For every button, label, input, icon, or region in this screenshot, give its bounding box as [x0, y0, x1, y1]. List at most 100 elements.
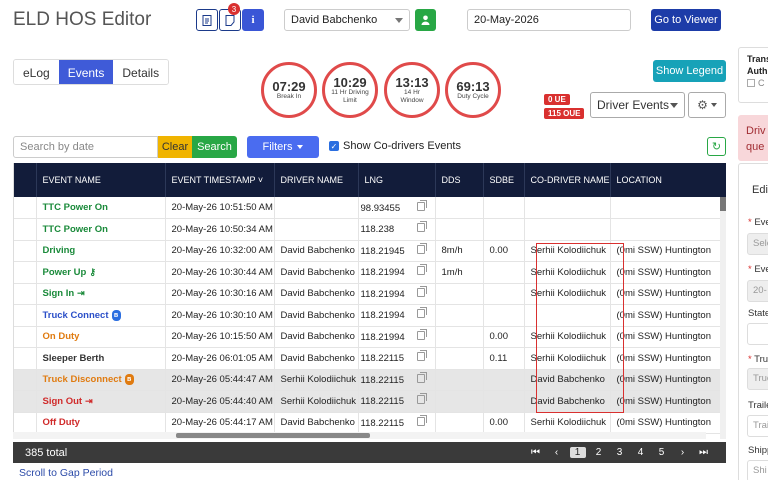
key-icon: ⚷: [89, 266, 96, 277]
dds-cell: [435, 347, 484, 370]
table-row[interactable]: Sign Out ⇥ 20-May-26 05:44:40 AM Serhii Kol…: [14, 390, 726, 413]
driver-profile-button[interactable]: [415, 9, 436, 31]
copy-icon[interactable]: [416, 371, 427, 383]
show-codrivers-checkbox[interactable]: ✓ Show Co-drivers Events: [329, 140, 461, 152]
page-1-button[interactable]: 1: [569, 447, 586, 458]
table-row[interactable]: Driving 20-May-26 10:32:00 AM David Babche…: [14, 240, 726, 262]
event-type-select[interactable]: Driver Events: [590, 92, 685, 118]
column-header-event-name[interactable]: EVENT NAME: [36, 163, 166, 197]
row-select-cell[interactable]: [14, 304, 37, 327]
settings-dropdown-button[interactable]: ⚙: [688, 92, 726, 118]
row-select-cell[interactable]: [14, 412, 37, 434]
column-header-event-timestamp[interactable]: EVENT TIMESTAMP ˅: [165, 163, 275, 197]
state-field[interactable]: [747, 323, 768, 345]
event-time-field[interactable]: 20-: [747, 280, 768, 302]
info-button[interactable]: i: [242, 9, 264, 31]
copy-icon[interactable]: [416, 221, 427, 233]
row-select-cell[interactable]: [14, 218, 37, 241]
page-5-button[interactable]: 5: [651, 447, 672, 458]
scrollbar-thumb[interactable]: [720, 197, 726, 211]
sdbe-cell: 0.00: [483, 326, 525, 348]
tab-details[interactable]: Details: [113, 60, 169, 84]
clear-button[interactable]: Clear: [158, 136, 192, 158]
table-row[interactable]: Sign In ⇥ 20-May-26 10:30:16 AM David Babch…: [14, 283, 726, 305]
driver-select[interactable]: David Babchenko: [284, 9, 410, 31]
column-header-location[interactable]: LOCATION: [610, 163, 726, 197]
event-timestamp-cell: 20-May-26 10:30:16 AM: [165, 283, 275, 305]
vertical-scrollbar[interactable]: [720, 197, 726, 439]
event-name-cell[interactable]: Truck Disconnect ʙ: [36, 369, 166, 391]
table-row[interactable]: Sleeper Berth 20-May-26 06:01:05 AM David …: [14, 347, 726, 370]
table-row[interactable]: On Duty 20-May-26 10:15:50 AM David Babche…: [14, 326, 726, 348]
copy-icon[interactable]: [416, 264, 427, 276]
column-header-dds[interactable]: DDS: [435, 163, 484, 197]
event-name-cell[interactable]: Off Duty: [36, 412, 166, 434]
event-name-cell[interactable]: Truck Connect ʙ: [36, 304, 166, 327]
table-row[interactable]: TTC Power On 20-May-26 10:50:34 AM 118.238: [14, 218, 726, 241]
row-select-cell[interactable]: [14, 390, 37, 413]
copy-icon[interactable]: [416, 350, 427, 362]
row-select-cell[interactable]: [14, 261, 37, 284]
copy-icon[interactable]: [416, 414, 427, 426]
scrollbar-thumb[interactable]: [176, 433, 370, 438]
page-2-button[interactable]: 2: [588, 447, 609, 458]
codriver-name-cell: [524, 218, 611, 241]
column-header-sdbe[interactable]: SDBE: [483, 163, 525, 197]
table-row[interactable]: TTC Power On 20-May-26 10:51:50 AM 98.9345…: [14, 197, 726, 219]
last-page-button[interactable]: ⏭: [693, 447, 714, 458]
row-select-cell[interactable]: [14, 240, 37, 262]
column-header-driver-name[interactable]: DRIVER NAME: [274, 163, 359, 197]
search-button[interactable]: Search: [192, 136, 237, 158]
page-3-button[interactable]: 3: [609, 447, 630, 458]
event-name: Sign Out: [42, 395, 83, 407]
shipping-field[interactable]: Shi: [747, 460, 768, 480]
date-input[interactable]: 20-May-2026: [467, 9, 631, 31]
go-to-viewer-button[interactable]: Go to Viewer: [651, 9, 721, 31]
row-select-cell[interactable]: [14, 326, 37, 348]
event-name-cell[interactable]: On Duty: [36, 326, 166, 348]
truck-field[interactable]: Truc: [747, 368, 768, 390]
event-name-cell[interactable]: Sign In ⇥: [36, 283, 166, 305]
copy-icon[interactable]: [416, 242, 427, 254]
prev-page-button[interactable]: ‹: [546, 447, 567, 458]
copy-icon[interactable]: [416, 393, 427, 405]
row-select-cell[interactable]: [14, 197, 37, 219]
transfer-checkbox[interactable]: C: [747, 77, 768, 89]
checkbox-checked-icon[interactable]: ✓: [329, 141, 339, 151]
event-name-cell[interactable]: TTC Power On: [36, 218, 166, 241]
row-select-cell[interactable]: [14, 369, 37, 391]
first-page-button[interactable]: ⏮: [525, 447, 546, 458]
copy-icon[interactable]: [416, 328, 427, 340]
tab-elog[interactable]: eLog: [14, 60, 59, 84]
copy-icon[interactable]: [416, 199, 427, 211]
row-select-cell[interactable]: [14, 283, 37, 305]
event-name-cell[interactable]: Sleeper Berth: [36, 347, 166, 370]
horizontal-scrollbar[interactable]: [13, 432, 706, 439]
column-header-codriver-name[interactable]: CO-DRIVER NAME: [524, 163, 611, 197]
copy-icon[interactable]: [416, 285, 427, 297]
trailer-field[interactable]: Trai: [747, 415, 768, 437]
tab-events[interactable]: Events: [58, 60, 114, 84]
scroll-to-gap-link[interactable]: Scroll to Gap Period: [19, 467, 113, 479]
next-page-button[interactable]: ›: [672, 447, 693, 458]
show-legend-button[interactable]: Show Legend: [653, 60, 726, 82]
lng-value: 118.21945: [360, 245, 405, 257]
event-name-cell[interactable]: Driving: [36, 240, 166, 262]
refresh-button[interactable]: ↻: [707, 137, 726, 156]
column-header-lng[interactable]: LNG: [358, 163, 436, 197]
table-row[interactable]: Power Up ⚷ 20-May-26 10:30:44 AM David Babc…: [14, 261, 726, 284]
table-row[interactable]: Truck Connect ʙ 20-May-26 10:30:10 AM David…: [14, 304, 726, 327]
page-4-button[interactable]: 4: [630, 447, 651, 458]
event-name-cell[interactable]: Power Up ⚷: [36, 261, 166, 284]
filters-button[interactable]: Filters: [247, 136, 319, 158]
event-name-cell[interactable]: TTC Power On: [36, 197, 166, 219]
table-row[interactable]: Off Duty 20-May-26 05:44:17 AM David Babch…: [14, 412, 726, 434]
search-date-input[interactable]: Search by date: [13, 136, 158, 158]
copy-icon[interactable]: [416, 307, 427, 319]
checkbox-icon[interactable]: [747, 79, 755, 87]
row-select-cell[interactable]: [14, 347, 37, 370]
table-row[interactable]: Truck Disconnect ʙ 20-May-26 05:44:47 AM Se…: [14, 369, 726, 391]
document-button[interactable]: [196, 9, 218, 31]
event-name-cell[interactable]: Sign Out ⇥: [36, 390, 166, 413]
event-type-field[interactable]: Sele: [747, 233, 768, 255]
